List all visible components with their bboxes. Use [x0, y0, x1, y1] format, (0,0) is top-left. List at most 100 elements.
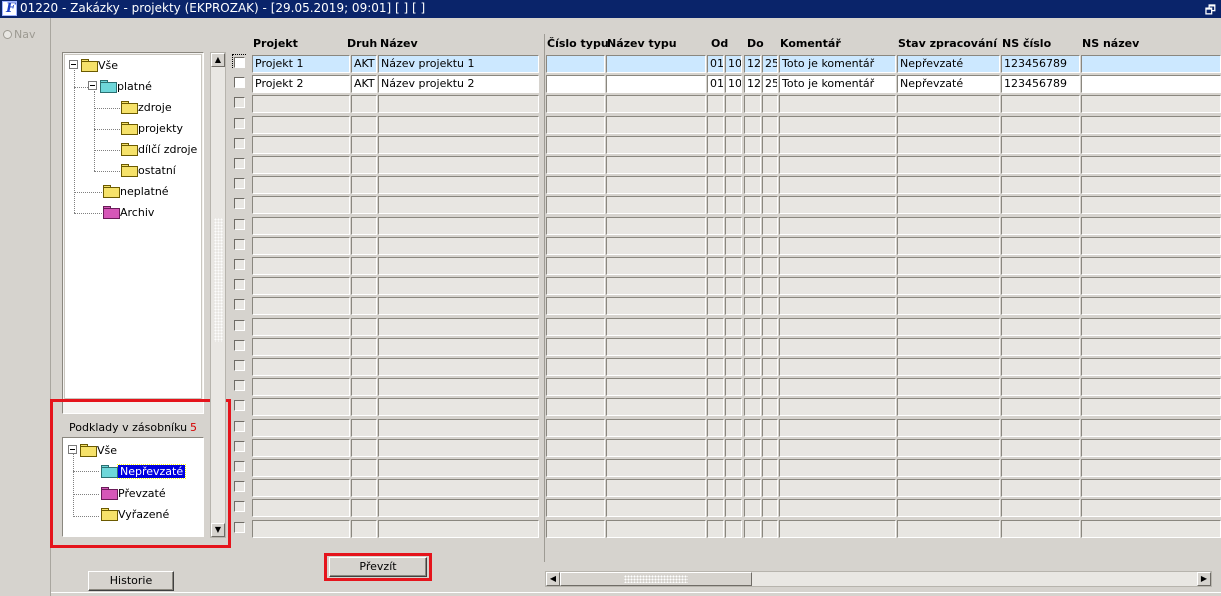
- cell-ns-cislo[interactable]: [1001, 378, 1080, 396]
- cell-komentar[interactable]: [779, 156, 896, 174]
- header-od[interactable]: Od: [711, 37, 728, 50]
- cell-od-m[interactable]: 10: [725, 55, 742, 73]
- cell-ns-nazev[interactable]: [1081, 297, 1221, 315]
- cell-od-d[interactable]: [707, 358, 724, 376]
- cell-ns-nazev[interactable]: [1081, 338, 1221, 356]
- cell-cislo-typu[interactable]: [546, 55, 605, 73]
- cell-do-d[interactable]: [744, 520, 761, 538]
- cell-ns-nazev[interactable]: [1081, 479, 1221, 497]
- cell-nazev-typu[interactable]: [606, 217, 706, 235]
- cell-nazev[interactable]: [378, 378, 539, 396]
- row-checkbox[interactable]: [234, 481, 245, 492]
- cell-do-m[interactable]: [762, 95, 778, 113]
- cell-ns-cislo[interactable]: [1001, 459, 1080, 477]
- row-checkbox[interactable]: [234, 178, 245, 189]
- cell-nazev-typu[interactable]: [606, 378, 706, 396]
- cell-nazev[interactable]: [378, 217, 539, 235]
- cell-druh[interactable]: [351, 479, 377, 497]
- project-tree[interactable]: Vše platné zdroje projekty dílčí zdroje …: [64, 54, 202, 399]
- cell-druh[interactable]: AKT: [351, 75, 377, 93]
- cell-ns-nazev[interactable]: [1081, 378, 1221, 396]
- cell-ns-cislo[interactable]: [1001, 277, 1080, 295]
- cell-ns-cislo[interactable]: [1001, 156, 1080, 174]
- cell-do-m[interactable]: [762, 116, 778, 134]
- row-checkbox[interactable]: [234, 441, 245, 452]
- cell-ns-nazev[interactable]: [1081, 196, 1221, 214]
- cell-do-m[interactable]: [762, 378, 778, 396]
- row-checkbox[interactable]: [234, 219, 245, 230]
- cell-cislo-typu[interactable]: [546, 237, 605, 255]
- row-checkbox[interactable]: [234, 501, 245, 512]
- cell-cislo-typu[interactable]: [546, 116, 605, 134]
- cell-stav[interactable]: [897, 378, 1000, 396]
- cell-druh[interactable]: [351, 358, 377, 376]
- cell-nazev-typu[interactable]: [606, 196, 706, 214]
- collapse-icon[interactable]: [69, 60, 78, 69]
- cell-nazev[interactable]: [378, 318, 539, 336]
- scrollbar-grip[interactable]: [624, 575, 688, 583]
- cell-ns-nazev[interactable]: [1081, 95, 1221, 113]
- cell-od-d[interactable]: [707, 297, 724, 315]
- cell-druh[interactable]: [351, 237, 377, 255]
- row-checkbox[interactable]: [234, 118, 245, 129]
- cell-nazev-typu[interactable]: [606, 338, 706, 356]
- cell-projekt[interactable]: [252, 520, 350, 538]
- cell-od-m[interactable]: [725, 398, 742, 416]
- cell-stav[interactable]: [897, 136, 1000, 154]
- scroll-up-icon[interactable]: ▲: [211, 53, 225, 67]
- cell-stav[interactable]: [897, 176, 1000, 194]
- scrollbar-grip[interactable]: [214, 218, 223, 342]
- cell-projekt[interactable]: [252, 136, 350, 154]
- cell-ns-nazev[interactable]: [1081, 55, 1221, 73]
- row-checkbox[interactable]: [234, 77, 245, 88]
- cell-od-d[interactable]: [707, 398, 724, 416]
- cell-druh[interactable]: [351, 419, 377, 437]
- cell-do-m[interactable]: [762, 338, 778, 356]
- cell-do-d[interactable]: [744, 459, 761, 477]
- cell-od-m[interactable]: [725, 499, 742, 517]
- header-nazev[interactable]: Název: [380, 37, 418, 50]
- cell-nazev[interactable]: [378, 479, 539, 497]
- cell-od-m[interactable]: [725, 176, 742, 194]
- cell-projekt[interactable]: Projekt 2: [252, 75, 350, 93]
- cell-od-d[interactable]: 01: [707, 75, 724, 93]
- cell-nazev-typu[interactable]: [606, 136, 706, 154]
- cell-projekt[interactable]: [252, 156, 350, 174]
- cell-od-m[interactable]: [725, 318, 742, 336]
- cell-stav[interactable]: Nepřevzaté: [897, 55, 1000, 73]
- nav-radio[interactable]: Nav: [3, 28, 35, 41]
- cell-projekt[interactable]: [252, 459, 350, 477]
- cell-druh[interactable]: [351, 95, 377, 113]
- header-ns-nazev[interactable]: NS název: [1082, 37, 1139, 50]
- cell-druh[interactable]: [351, 338, 377, 356]
- cell-cislo-typu[interactable]: [546, 358, 605, 376]
- cell-ns-cislo[interactable]: [1001, 318, 1080, 336]
- cell-nazev-typu[interactable]: [606, 520, 706, 538]
- cell-stav[interactable]: [897, 439, 1000, 457]
- cell-cislo-typu[interactable]: [546, 520, 605, 538]
- row-checkbox[interactable]: [234, 299, 245, 310]
- cell-od-d[interactable]: [707, 196, 724, 214]
- cell-do-m[interactable]: [762, 318, 778, 336]
- cell-stav[interactable]: [897, 257, 1000, 275]
- cell-do-m[interactable]: [762, 257, 778, 275]
- cell-do-d[interactable]: [744, 156, 761, 174]
- cell-do-d[interactable]: 12: [744, 75, 761, 93]
- row-checkbox[interactable]: [234, 461, 245, 472]
- cell-druh[interactable]: [351, 297, 377, 315]
- cell-ns-cislo[interactable]: [1001, 237, 1080, 255]
- cell-projekt[interactable]: [252, 358, 350, 376]
- cell-nazev[interactable]: [378, 237, 539, 255]
- cell-od-m[interactable]: [725, 378, 742, 396]
- cell-nazev[interactable]: Název projektu 2: [378, 75, 539, 93]
- cell-ns-cislo[interactable]: [1001, 116, 1080, 134]
- cell-ns-nazev[interactable]: [1081, 156, 1221, 174]
- scroll-left-icon[interactable]: ◀: [546, 572, 560, 586]
- cell-ns-nazev[interactable]: [1081, 75, 1221, 93]
- cell-nazev-typu[interactable]: [606, 439, 706, 457]
- cell-stav[interactable]: [897, 520, 1000, 538]
- cell-cislo-typu[interactable]: [546, 479, 605, 497]
- cell-stav[interactable]: [897, 318, 1000, 336]
- cell-ns-nazev[interactable]: [1081, 277, 1221, 295]
- cell-cislo-typu[interactable]: [546, 459, 605, 477]
